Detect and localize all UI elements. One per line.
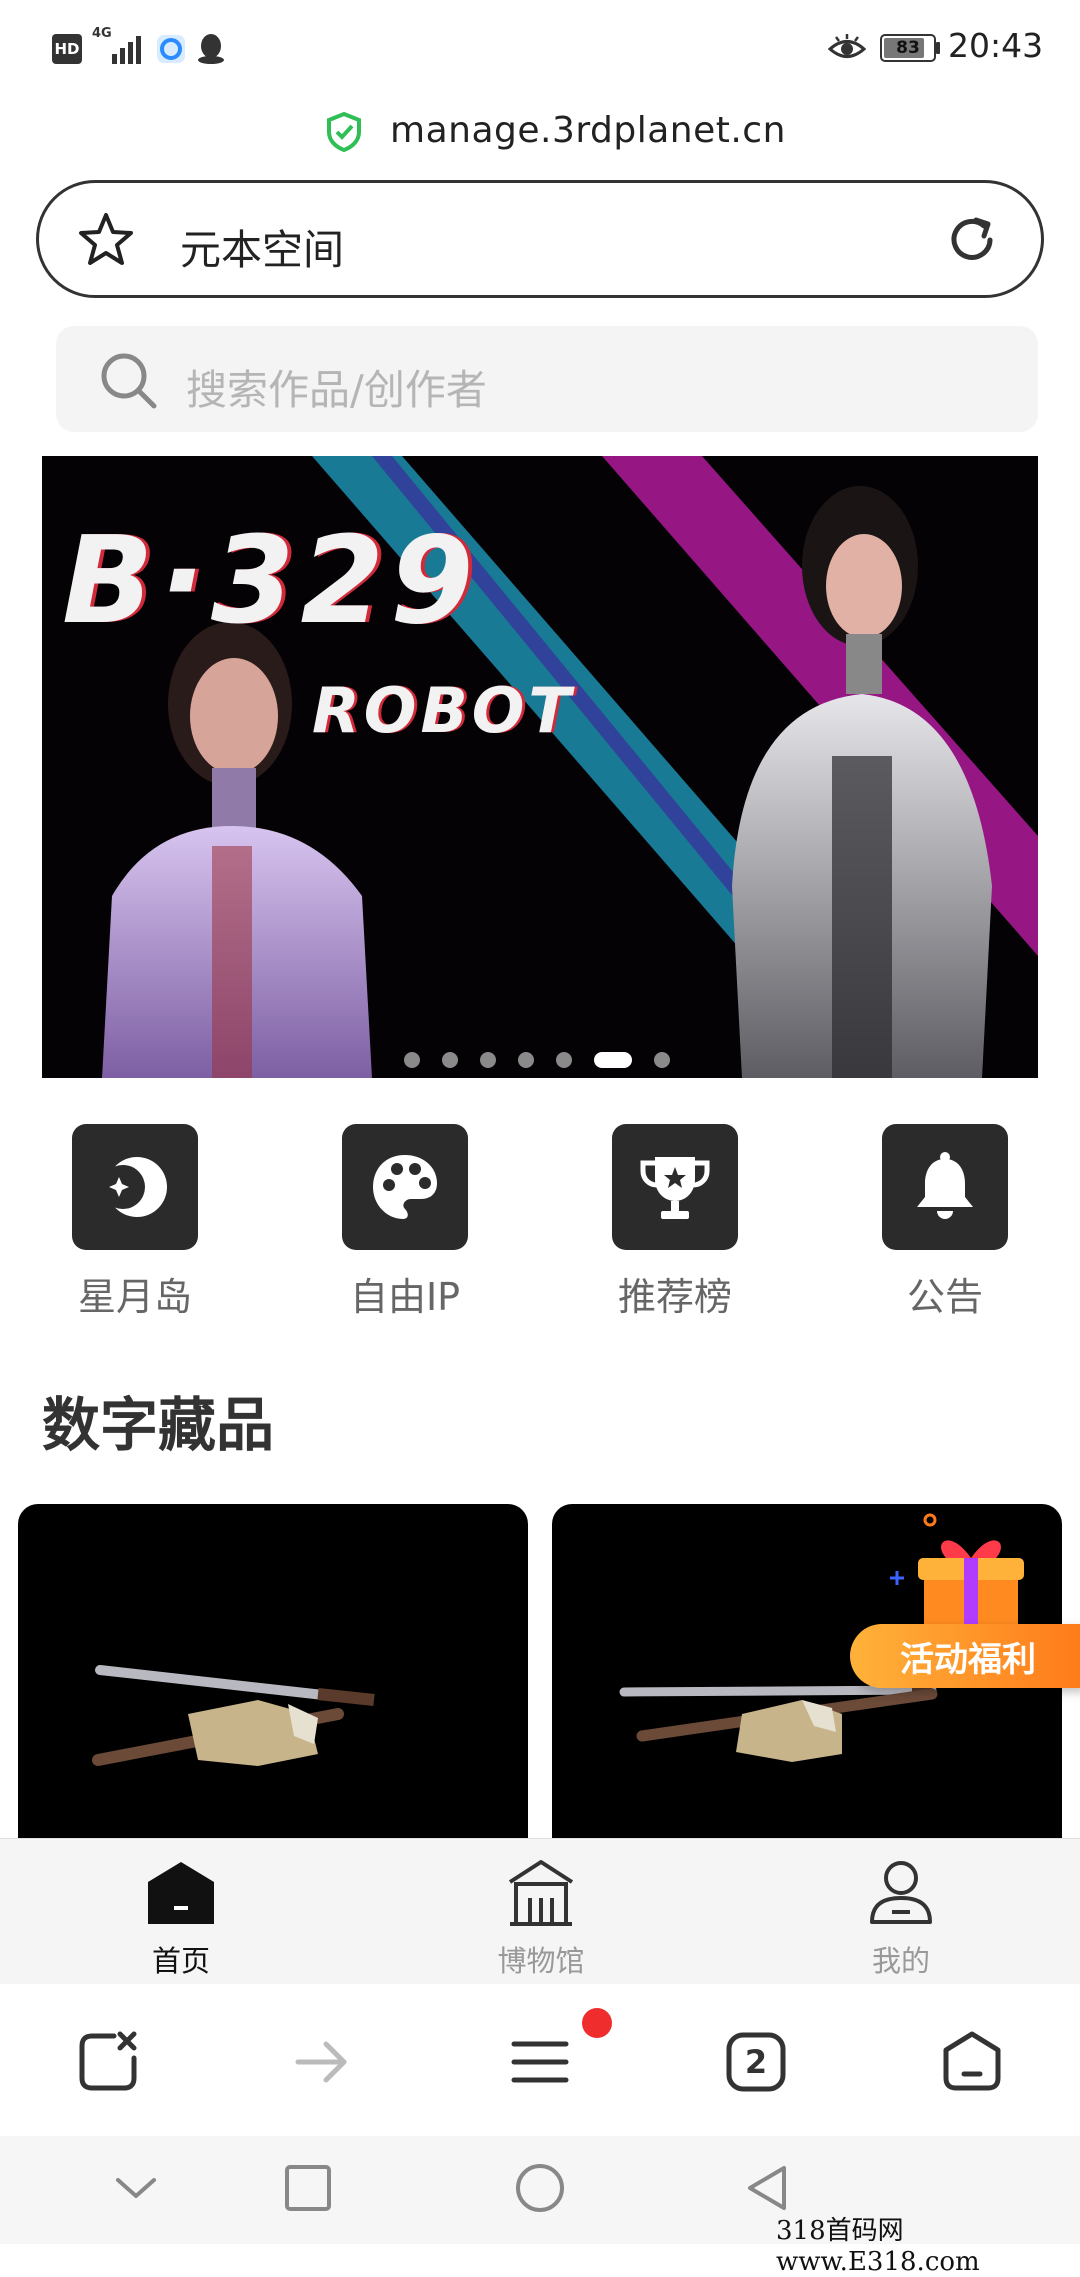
banner-dot[interactable] [404,1052,420,1068]
tab-label: 我的 [871,1944,930,1978]
quick-entry-announcement[interactable]: 公告 [820,1124,1060,1324]
quick-entry-ranking[interactable]: 推荐榜 [550,1124,790,1324]
palette-icon [342,1124,468,1250]
collapse-icon[interactable] [110,2162,162,2214]
banner-dot[interactable] [556,1052,572,1068]
gift-icon [890,1513,1024,1632]
section-title: 数字藏品 [42,1391,275,1459]
search-input[interactable]: 搜索作品/创作者 [186,356,487,416]
moon-star-icon [72,1124,198,1250]
tab-label: 首页 [151,1944,210,1978]
clock: 20:43 [948,26,1044,65]
home-icon [148,1862,214,1924]
promo-banner[interactable]: B·329 ROBOT [42,456,1038,1078]
promo-float-button[interactable]: 活动福利 [850,1508,1080,1688]
tabs-icon[interactable]: 2 [724,2030,788,2094]
banner-dot[interactable] [480,1052,496,1068]
tab-home[interactable]: 首页 [78,1850,278,1982]
search-icon [101,353,157,409]
quick-entry-label: 推荐榜 [617,1275,732,1319]
quick-entry-star-moon-island[interactable]: 星月岛 [10,1124,250,1324]
home-icon[interactable] [940,2030,1004,2094]
forward-icon[interactable] [290,2030,354,2094]
banner-subtitle: ROBOT [312,674,575,747]
banner-dot[interactable] [442,1052,458,1068]
bell-icon [882,1124,1008,1250]
notification-badge [582,2008,612,2038]
home-circle-icon[interactable] [514,2162,566,2214]
banner-dot[interactable] [518,1052,534,1068]
promo-label[interactable]: 活动福利 [850,1624,1080,1688]
menu-icon[interactable] [508,2030,572,2094]
penguin-icon [198,34,224,64]
user-icon [870,1861,932,1924]
museum-icon [508,1860,574,1926]
secure-shield-icon [327,112,361,152]
hd-icon: HD [52,34,82,64]
banner-dot[interactable] [654,1052,670,1068]
banner-pagination[interactable] [404,1052,670,1068]
tab-count: 2 [744,2043,768,2081]
url-text[interactable]: manage.3rdplanet.cn [390,110,786,151]
battery-percent: 83 [896,38,920,58]
close-tab-icon[interactable] [76,2030,140,2094]
page-title[interactable]: 元本空间 [180,216,344,276]
star-icon[interactable] [76,210,136,270]
back-icon[interactable] [742,2162,794,2214]
trophy-icon [612,1124,738,1250]
collectible-card[interactable] [18,1504,528,1840]
signal-icon [112,36,141,64]
recents-icon[interactable] [282,2162,334,2214]
battery-icon: 83 [880,34,936,62]
quick-entry-label: 公告 [906,1275,983,1319]
quick-entry-label: 自由IP [349,1275,461,1319]
banner-dot[interactable] [594,1052,632,1068]
reload-icon[interactable] [944,212,1000,268]
network-type-label: 4G [92,26,112,41]
tab-label: 博物馆 [497,1944,585,1978]
tab-profile[interactable]: 我的 [798,1850,998,1982]
eye-icon [828,34,866,58]
tab-museum[interactable]: 博物馆 [438,1850,638,1982]
banner-title: B·329 [62,512,480,651]
battery-tip [936,42,940,54]
quick-entry-label: 星月岛 [77,1275,192,1319]
quick-entry-free-ip[interactable]: 自由IP [280,1124,520,1324]
qq-app-icon [157,35,185,63]
sword-artwork [92,1665,375,1766]
